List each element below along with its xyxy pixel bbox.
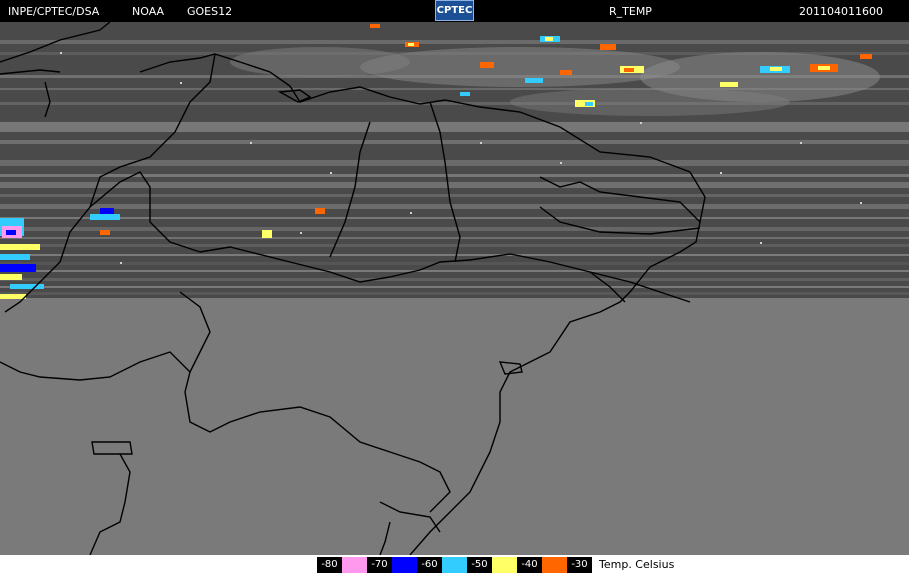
legend-tick-label: -60 [417, 557, 442, 573]
legend-color-swatch [492, 557, 517, 573]
satellite-map [0, 22, 909, 555]
legend-color-swatch [542, 557, 567, 573]
legend-color-swatch [342, 557, 367, 573]
datetime-label: 201104011600 [799, 5, 883, 18]
temperature-legend: -80 -70 -60 -50 -40 -30 Temp. Celsius [0, 555, 909, 575]
legend-tick-label: -70 [367, 557, 392, 573]
agency-label: NOAA [132, 5, 165, 18]
product-label: R_TEMP [609, 5, 652, 18]
cptec-logo: CPTEC [435, 0, 474, 21]
legend-tick-label: -80 [317, 557, 342, 573]
legend-color-swatch [442, 557, 467, 573]
legend-tick-label: -30 [567, 557, 592, 573]
header-bar: INPE/CPTEC/DSA NOAA GOES12 CPTEC R_TEMP … [0, 0, 909, 22]
legend-unit-label: Temp. Celsius [599, 558, 675, 571]
legend-tick-label: -40 [517, 557, 542, 573]
legend-tick-label: -50 [467, 557, 492, 573]
legend-color-swatch [392, 557, 417, 573]
org-label: INPE/CPTEC/DSA [8, 5, 100, 18]
satellite-label: GOES12 [187, 5, 233, 18]
